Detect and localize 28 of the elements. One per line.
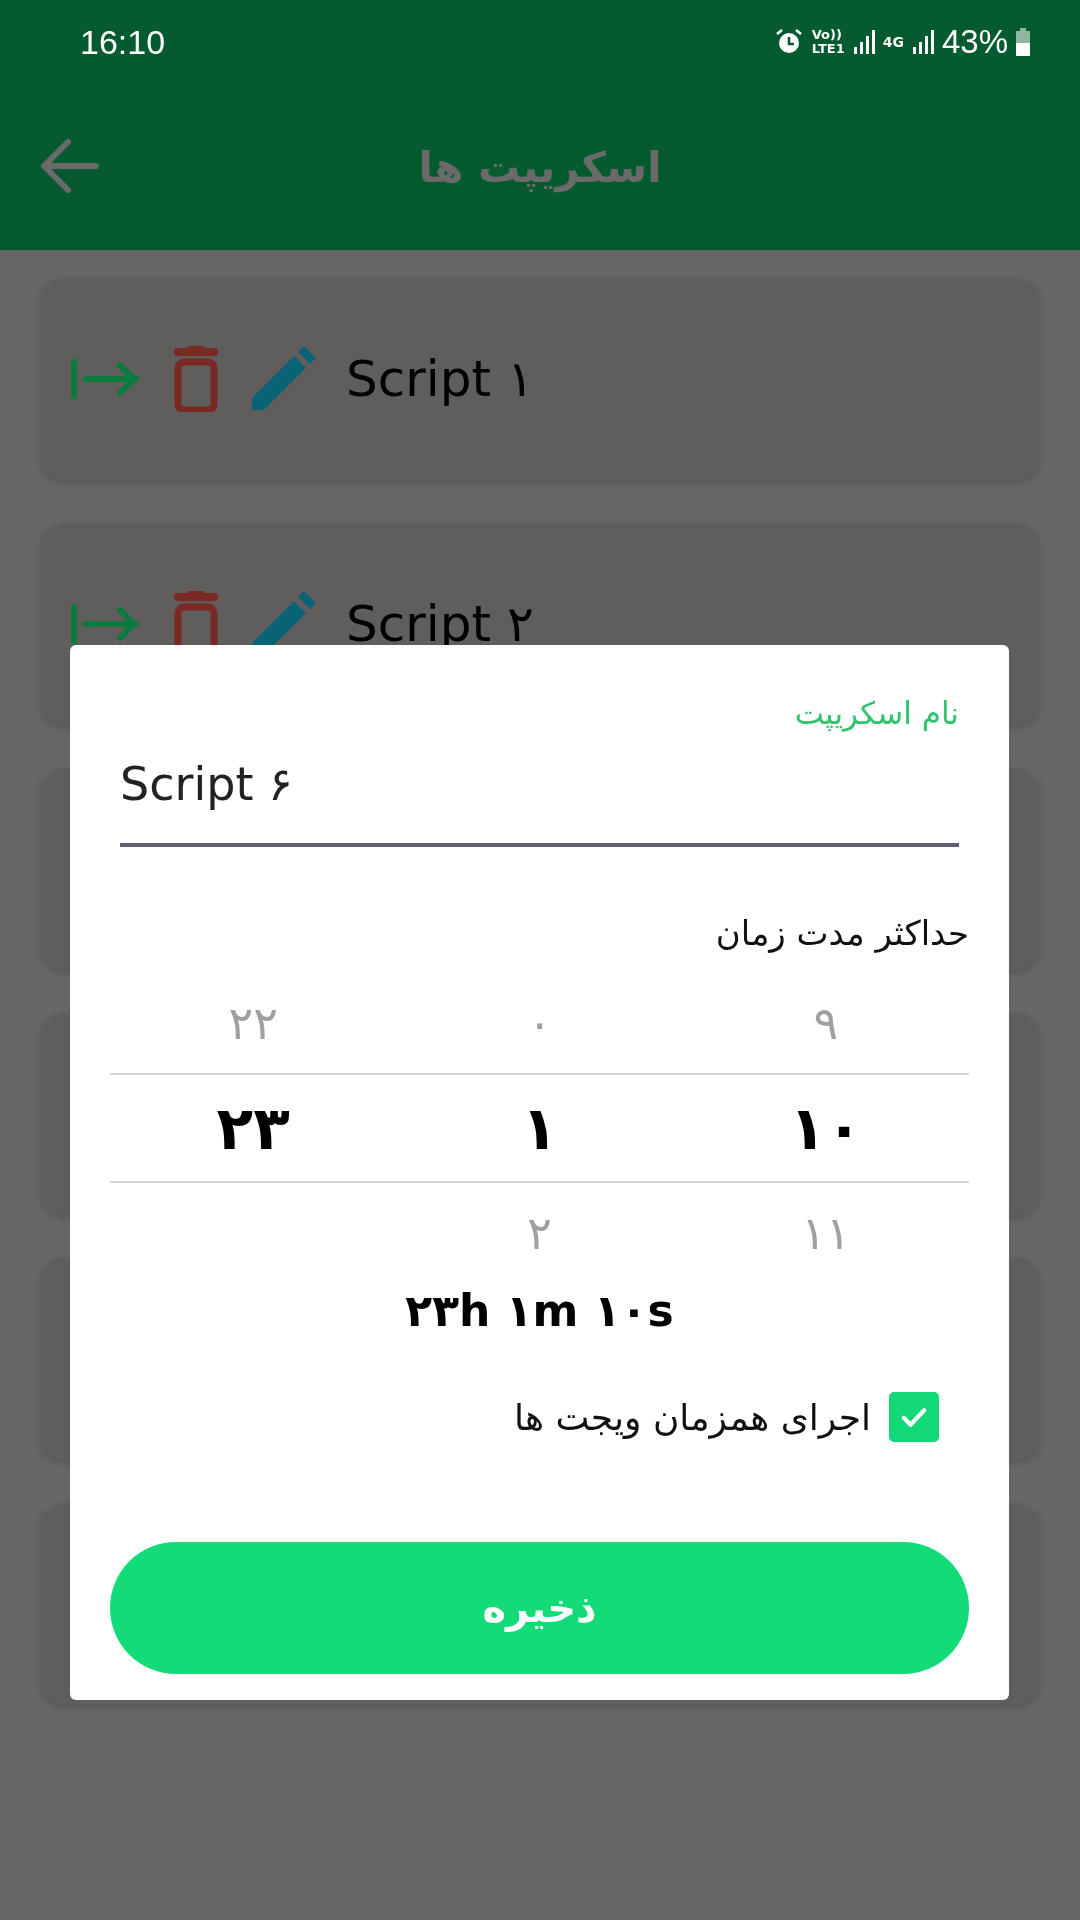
picker-selected-value[interactable]: ۲۳ (216, 1093, 290, 1163)
duration-summary: ۲۳h ۱m ۱۰s (405, 1285, 674, 1336)
script-name: Script ۱ (346, 350, 534, 408)
picker-value[interactable]: ۲ (527, 1206, 552, 1260)
network-indicator: 4G (882, 34, 904, 50)
checkbox-label: اجرای همزمان ویجت ها (514, 1396, 871, 1438)
run-arrow-icon[interactable] (70, 359, 142, 399)
battery-percent: 43% (941, 23, 1008, 61)
save-button[interactable]: ذخیره (110, 1542, 969, 1674)
picker-selected-value[interactable]: ۱ (521, 1093, 558, 1163)
picker-selected-value[interactable]: ۱۰ (789, 1093, 863, 1163)
volte-indicator: Vo)) LTE1 (811, 28, 845, 56)
screen-title: اسکریپت ها (418, 142, 662, 192)
back-arrow-icon[interactable] (40, 138, 100, 194)
run-arrow-icon[interactable] (70, 604, 142, 644)
picker-value[interactable]: ۰ (527, 996, 552, 1050)
script-name: Script ۲ (346, 595, 534, 653)
script-card[interactable]: Script ۱ (40, 278, 1040, 480)
signal-icon (852, 29, 875, 55)
checkbox[interactable] (889, 1392, 939, 1442)
name-input-field[interactable]: Script ۶ (120, 757, 959, 847)
battery-icon (1016, 28, 1030, 56)
status-time: 16:10 (80, 22, 166, 62)
picker-value[interactable]: ۱۱ (801, 1206, 851, 1260)
picker-value[interactable]: ۲۲ (228, 996, 278, 1050)
picker-value[interactable]: ۹ (813, 996, 839, 1050)
signal-icon (911, 29, 934, 55)
duration-label: حداکثر مدت زمان (715, 913, 969, 953)
